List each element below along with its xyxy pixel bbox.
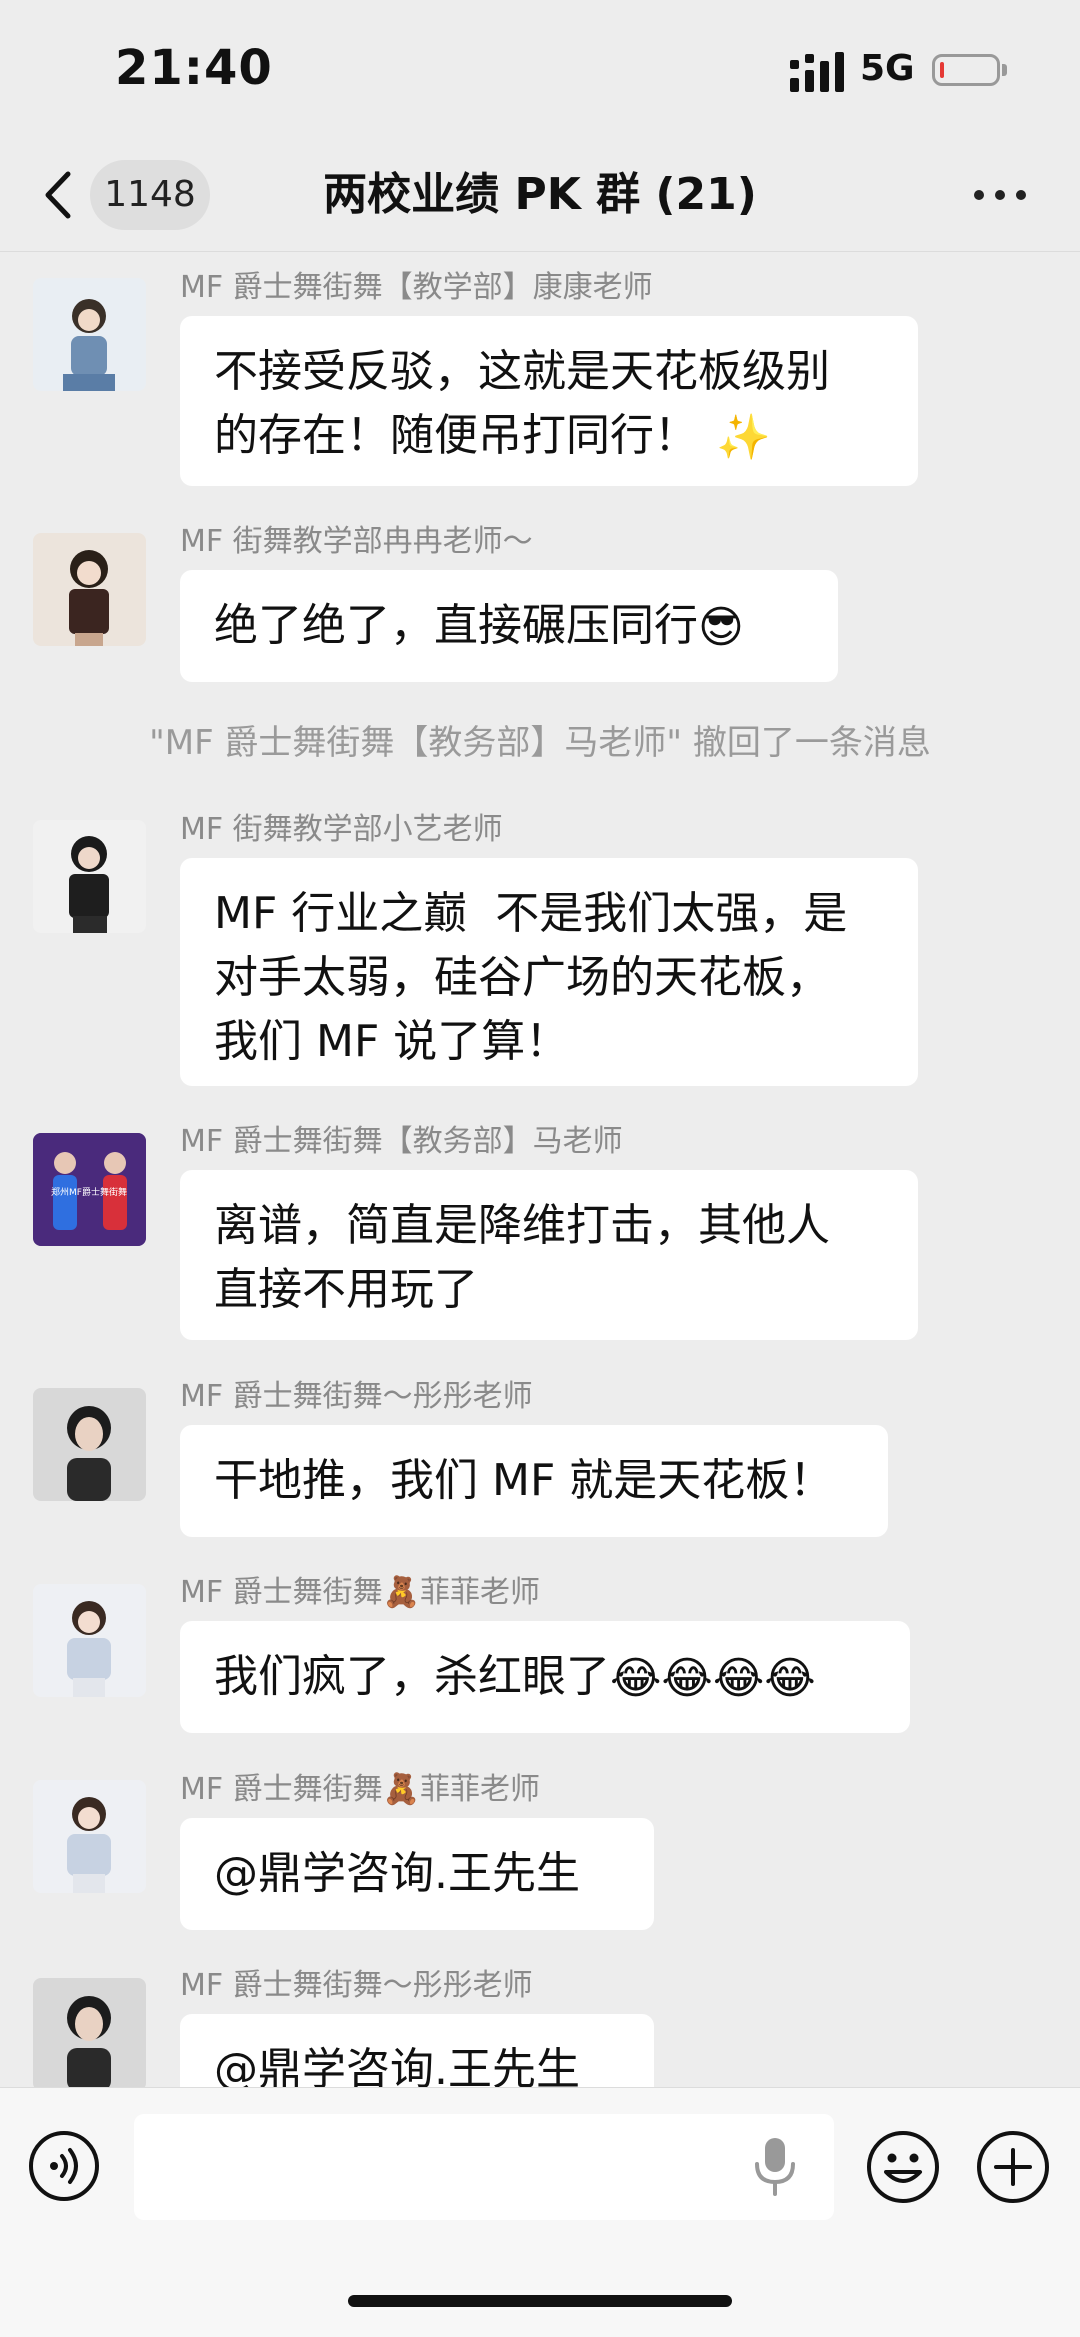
status-time: 21:40 <box>115 40 273 96</box>
microphone-icon[interactable] <box>752 2136 798 2198</box>
avatar[interactable] <box>33 1584 146 1697</box>
message-bubble[interactable]: MF 行业之巅 不是我们太强，是 对手太弱，硅谷广场的天花板， 我们 MF 说了… <box>180 858 918 1086</box>
avatar[interactable] <box>33 278 146 391</box>
more-dots-icon <box>1016 190 1026 200</box>
emoji-smile-icon[interactable] <box>866 2130 940 2204</box>
message-bubble[interactable]: 离谱，简直是降维打击，其他人 直接不用玩了 <box>180 1170 918 1340</box>
plus-circle-icon[interactable] <box>976 2130 1050 2204</box>
more-dots-icon <box>995 190 1005 200</box>
message-bubble[interactable]: @鼎学咨询.王先生 <box>180 1818 654 1930</box>
more-dots-icon <box>974 190 984 200</box>
more-button[interactable] <box>970 170 1030 220</box>
system-notice: "MF 爵士舞街舞【教务部】马老师" 撤回了一条消息 <box>149 723 931 763</box>
laughing-emoji: 😂😂😂😂 <box>610 1653 816 1704</box>
sender-name: MF 爵士舞街舞【教务部】马老师 <box>180 1124 623 1159</box>
status-bar: 21:40 5G <box>0 0 1080 140</box>
sparkles-emoji: ✨ <box>716 412 771 463</box>
avatar[interactable]: 郑州MF爵士舞街舞 <box>33 1133 146 1246</box>
message-text: MF 行业之巅 不是我们太强，是 对手太弱，硅谷广场的天花板， 我们 MF 说了… <box>214 888 848 1067</box>
home-indicator[interactable] <box>348 2295 732 2307</box>
voice-icon[interactable] <box>28 2130 100 2202</box>
sender-name: MF 街舞教学部小艺老师 <box>180 812 503 847</box>
avatar[interactable] <box>33 820 146 933</box>
back-button[interactable]: 1148 <box>40 160 215 230</box>
signal-icon <box>790 52 844 92</box>
battery-icon <box>932 54 1000 86</box>
avatar[interactable] <box>33 1388 146 1501</box>
unread-count-badge: 1148 <box>90 160 210 230</box>
avatar[interactable] <box>33 1780 146 1893</box>
sender-name: MF 爵士舞街舞🧸菲菲老师 <box>180 1772 541 1807</box>
message-bubble[interactable]: 不接受反驳，这就是天花板级别 的存在！随便吊打同行！ ✨ <box>180 316 918 486</box>
message-bubble[interactable]: 我们疯了，杀红眼了😂😂😂😂 <box>180 1621 910 1733</box>
message-text: 离谱，简直是降维打击，其他人 直接不用玩了 <box>214 1200 830 1315</box>
sender-name: MF 爵士舞街舞～彤彤老师 <box>180 1968 533 2003</box>
avatar[interactable] <box>33 533 146 646</box>
sender-name: MF 爵士舞街舞【教学部】康康老师 <box>180 270 653 305</box>
message-input[interactable] <box>134 2114 834 2220</box>
sender-name: MF 爵士舞街舞🧸菲菲老师 <box>180 1575 541 1610</box>
chat-title: 两校业绩 PK 群 (21) <box>323 169 757 220</box>
battery-level <box>940 62 944 78</box>
message-text: 我们疯了，杀红眼了 <box>214 1651 610 1702</box>
battery-tip <box>1002 64 1007 76</box>
message-text: 干地推，我们 MF 就是天花板！ <box>214 1455 834 1506</box>
chevron-left-icon <box>45 171 71 219</box>
message-text: @鼎学咨询.王先生 <box>214 1848 580 1899</box>
avatar[interactable] <box>33 1978 146 2091</box>
avatar-text: 郑州MF爵士舞街舞 <box>51 1186 127 1198</box>
message-bubble[interactable]: 干地推，我们 MF 就是天花板！ <box>180 1425 888 1537</box>
nav-bar: 1148 两校业绩 PK 群 (21) <box>0 140 1080 252</box>
sunglasses-emoji: 😎 <box>698 602 744 653</box>
sender-name: MF 爵士舞街舞～彤彤老师 <box>180 1379 533 1414</box>
sender-name: MF 街舞教学部冉冉老师～ <box>180 524 533 559</box>
message-bubble[interactable]: 绝了绝了，直接碾压同行😎 <box>180 570 838 682</box>
message-text: 绝了绝了，直接碾压同行 <box>214 600 698 651</box>
network-type: 5G <box>860 48 915 89</box>
